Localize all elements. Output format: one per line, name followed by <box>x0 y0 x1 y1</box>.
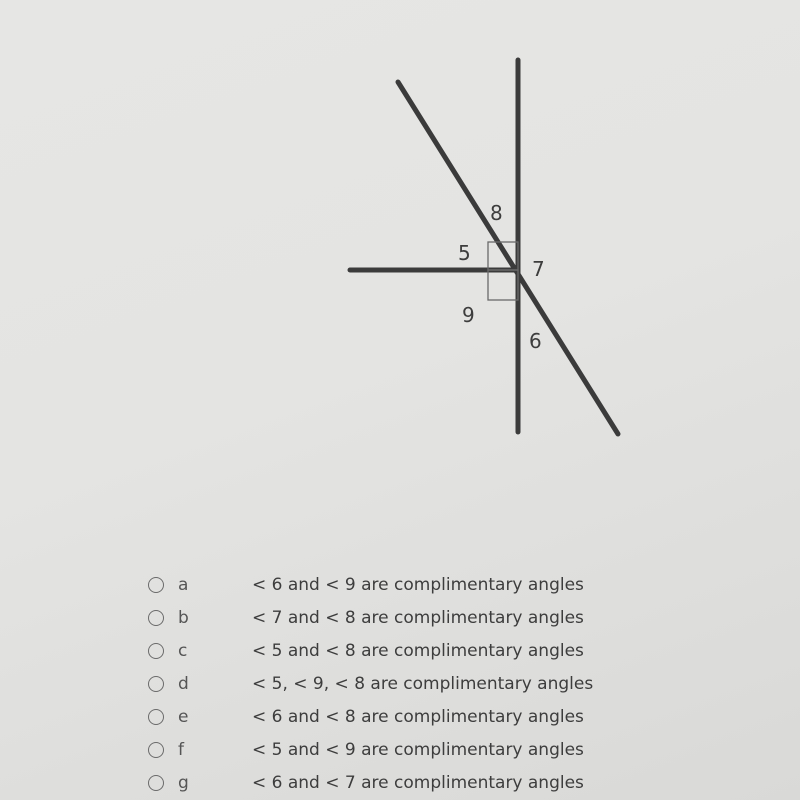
radio-button[interactable] <box>148 642 164 659</box>
angle-label-8: 8 <box>490 201 503 225</box>
choice-text: < 6 and < 7 are complimentary angles <box>252 772 584 793</box>
choice-text: < 5 and < 8 are complimentary angles <box>252 640 584 661</box>
angle-label-5: 5 <box>458 241 471 265</box>
diagonal-line <box>395 79 621 437</box>
choice-letter: c <box>178 640 188 661</box>
choice-text: < 7 and < 8 are complimentary angles <box>252 607 584 628</box>
choice-f[interactable]: f < 5 and < 9 are complimentary angles <box>148 733 668 766</box>
choice-letter: b <box>178 607 189 628</box>
choice-text: < 6 and < 8 are complimentary angles <box>252 706 584 727</box>
choice-letter: g <box>178 772 189 793</box>
angle-label-6: 6 <box>529 329 542 353</box>
angle-diagram: 8 5 7 9 6 <box>347 57 621 437</box>
answer-choices: a < 6 and < 9 are complimentary angles b… <box>148 568 668 799</box>
choice-c[interactable]: c < 5 and < 8 are complimentary angles <box>148 634 668 667</box>
choice-letter: a <box>178 574 189 595</box>
radio-button[interactable] <box>148 576 164 593</box>
choice-text: < 5, < 9, < 8 are complimentary angles <box>252 673 594 694</box>
radio-button[interactable] <box>148 741 164 758</box>
choice-text: < 6 and < 9 are complimentary angles <box>252 574 584 595</box>
choice-a[interactable]: a < 6 and < 9 are complimentary angles <box>148 568 668 601</box>
right-angle-mark-lower <box>487 269 519 301</box>
angle-label-9: 9 <box>462 303 475 327</box>
radio-button[interactable] <box>148 708 164 725</box>
choice-b[interactable]: b < 7 and < 8 are complimentary angles <box>148 601 668 634</box>
choice-letter: f <box>178 739 184 760</box>
radio-button[interactable] <box>148 774 164 791</box>
choice-text: < 5 and < 9 are complimentary angles <box>252 739 584 760</box>
angle-label-7: 7 <box>532 257 545 281</box>
choice-letter: e <box>178 706 189 727</box>
radio-button[interactable] <box>148 609 164 626</box>
choice-e[interactable]: e < 6 and < 8 are complimentary angles <box>148 700 668 733</box>
choice-d[interactable]: d < 5, < 9, < 8 are complimentary angles <box>148 667 668 700</box>
radio-button[interactable] <box>148 675 164 692</box>
choice-letter: d <box>178 673 189 694</box>
choice-g[interactable]: g < 6 and < 7 are complimentary angles <box>148 766 668 799</box>
